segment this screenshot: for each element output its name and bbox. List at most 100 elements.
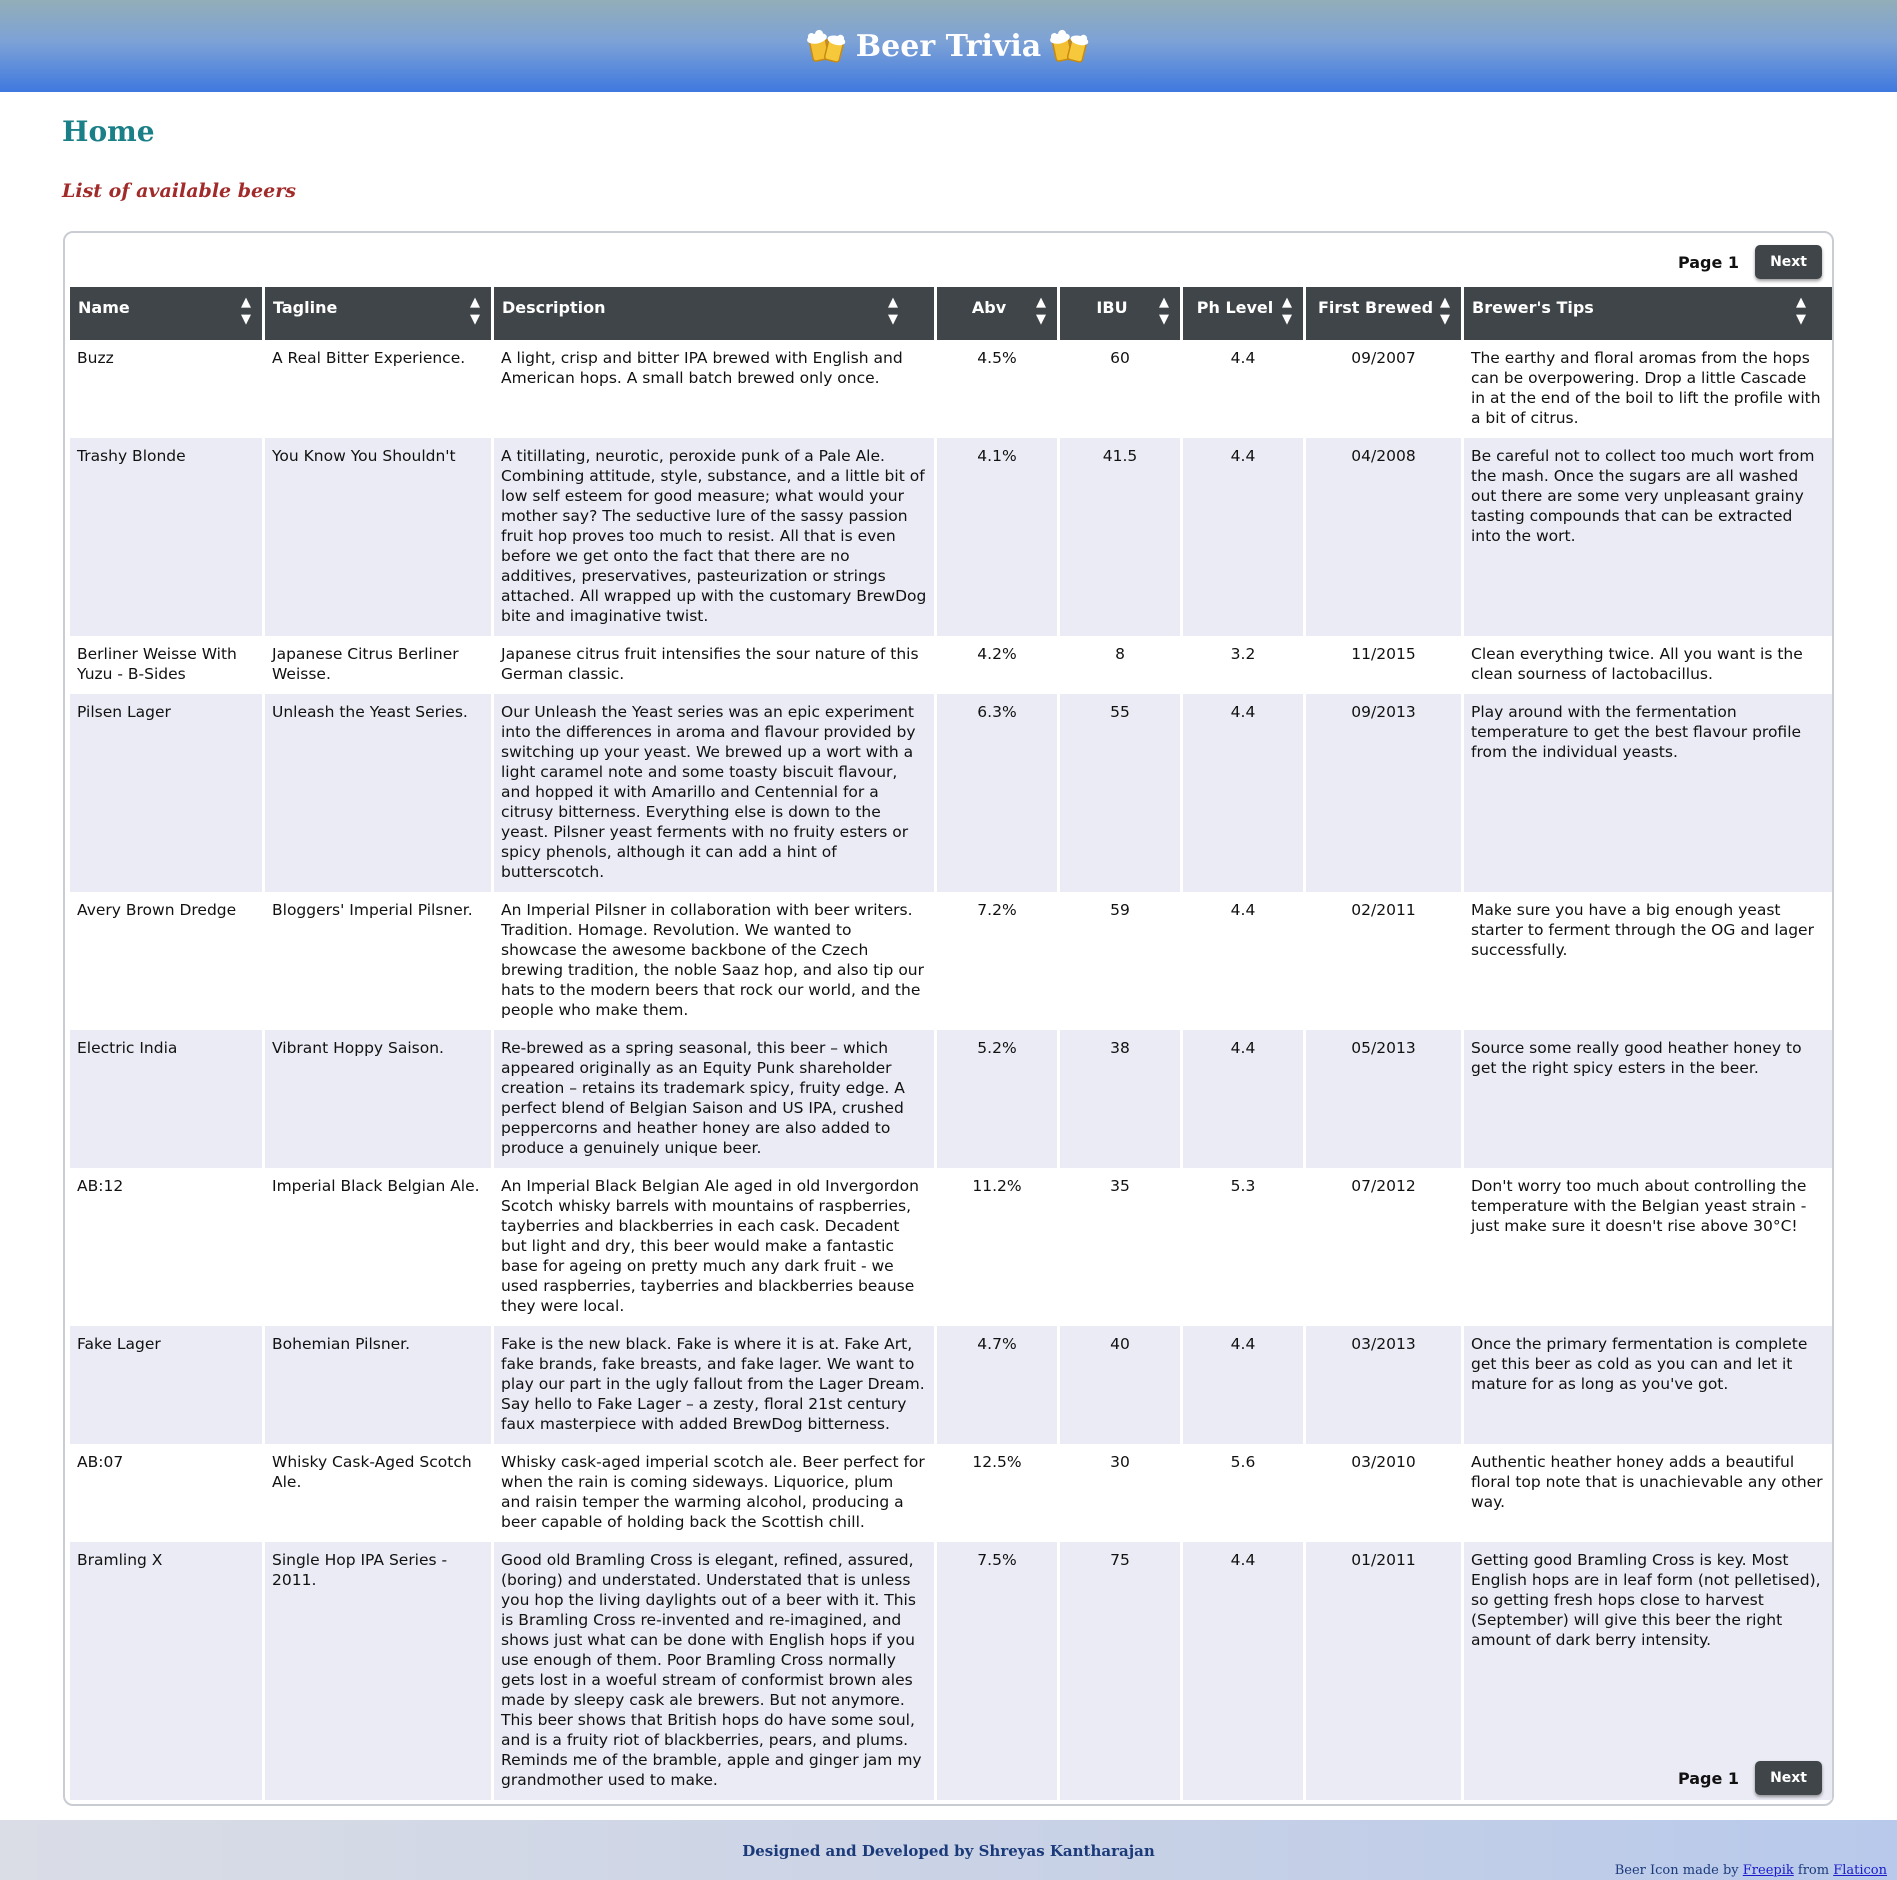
cell-ibu: 38: [1060, 1030, 1180, 1168]
cell-brewers-tips: Make sure you have a big enough yeast st…: [1464, 892, 1832, 1030]
pager-bottom: Page 1 Next: [1678, 1761, 1822, 1795]
cell-abv: 12.5%: [937, 1444, 1057, 1542]
page-indicator: Page 1: [1677, 252, 1740, 272]
cell-ibu: 40: [1060, 1326, 1180, 1444]
cell-abv: 4.2%: [937, 636, 1057, 694]
cell-description: Fake is the new black. Fake is where it …: [494, 1326, 934, 1444]
cell-first-brewed: 02/2011: [1306, 892, 1461, 1030]
cell-name: Buzz: [70, 340, 262, 438]
cell-description: Good old Bramling Cross is elegant, refi…: [494, 1542, 934, 1800]
cell-first-brewed: 04/2008: [1306, 438, 1461, 636]
cell-description: A titillating, neurotic, peroxide punk o…: [494, 438, 934, 636]
cell-name: Bramling X: [70, 1542, 262, 1800]
cell-ph-level: 4.4: [1183, 892, 1303, 1030]
cell-ibu: 75: [1060, 1542, 1180, 1800]
cell-brewers-tips: Authentic heather honey adds a beautiful…: [1464, 1444, 1832, 1542]
column-header-first-brewed[interactable]: First Brewed ▲ ▼: [1306, 287, 1461, 340]
table-row: Trashy Blonde You Know You Shouldn't A tit…: [70, 438, 1832, 636]
cell-name: Berliner Weisse With Yuzu - B-Sides: [70, 636, 262, 694]
table-header-row: Name ▲ ▼ Tagline ▲ ▼ Description ▲ ▼ Abv ▲ ▼ IBU…: [70, 287, 1832, 340]
cell-ph-level: 4.4: [1183, 1030, 1303, 1168]
column-header-abv[interactable]: Abv ▲ ▼: [937, 287, 1057, 340]
table-row: AB:12 Imperial Black Belgian Ale. An Imper…: [70, 1168, 1832, 1326]
cell-ph-level: 4.4: [1183, 694, 1303, 892]
cell-name: AB:07: [70, 1444, 262, 1542]
table-row: Avery Brown Dredge Bloggers' Imperial Pil…: [70, 892, 1832, 1030]
cell-brewers-tips: Once the primary fermentation is complet…: [1464, 1326, 1832, 1444]
column-header-brewers-tips[interactable]: Brewer's Tips ▲ ▼: [1464, 287, 1832, 340]
page-footer: Designed and Developed by Shreyas Kantha…: [0, 1820, 1897, 1880]
next-page-button[interactable]: Next: [1755, 245, 1822, 279]
column-header-ibu[interactable]: IBU ▲ ▼: [1060, 287, 1180, 340]
page-subtitle: List of available beers: [62, 180, 296, 202]
cell-description: An Imperial Black Belgian Ale aged in ol…: [494, 1168, 934, 1326]
beer-table: Name ▲ ▼ Tagline ▲ ▼ Description ▲ ▼ Abv ▲ ▼ IBU…: [67, 287, 1835, 1800]
cell-ibu: 41.5: [1060, 438, 1180, 636]
cell-tagline: You Know You Shouldn't: [265, 438, 491, 636]
cell-tagline: Unleash the Yeast Series.: [265, 694, 491, 892]
cell-tagline: Imperial Black Belgian Ale.: [265, 1168, 491, 1326]
table-row: AB:07 Whisky Cask-Aged Scotch Ale. Whisky …: [70, 1444, 1832, 1542]
cell-ibu: 8: [1060, 636, 1180, 694]
table-row: Electric India Vibrant Hoppy Saison. Re-br…: [70, 1030, 1832, 1168]
page-title: Home: [62, 115, 155, 148]
cell-ph-level: 4.4: [1183, 340, 1303, 438]
sort-arrows-icon[interactable]: ▲ ▼: [240, 294, 252, 328]
cell-tagline: Single Hop IPA Series - 2011.: [265, 1542, 491, 1800]
sort-arrows-icon[interactable]: ▲ ▼: [1281, 294, 1293, 328]
table-body: Buzz A Real Bitter Experience. A light, cr…: [70, 340, 1832, 1800]
column-header-description[interactable]: Description ▲ ▼: [494, 287, 934, 340]
cell-ph-level: 4.4: [1183, 1326, 1303, 1444]
cell-name: Electric India: [70, 1030, 262, 1168]
cell-first-brewed: 03/2013: [1306, 1326, 1461, 1444]
cell-brewers-tips: The earthy and floral aromas from the ho…: [1464, 340, 1832, 438]
app-header: Beer Trivia: [0, 0, 1897, 92]
sort-arrows-icon[interactable]: ▲ ▼: [1795, 294, 1807, 328]
cell-name: Pilsen Lager: [70, 694, 262, 892]
cell-description: Japanese citrus fruit intensifies the so…: [494, 636, 934, 694]
flaticon-link[interactable]: Flaticon: [1833, 1863, 1887, 1878]
cell-description: Re-brewed as a spring seasonal, this bee…: [494, 1030, 934, 1168]
pager-top: Page 1 Next: [1678, 245, 1822, 279]
sort-arrows-icon[interactable]: ▲ ▼: [1158, 294, 1170, 328]
cell-ibu: 30: [1060, 1444, 1180, 1542]
cell-brewers-tips: Clean everything twice. All you want is …: [1464, 636, 1832, 694]
cell-description: Our Unleash the Yeast series was an epic…: [494, 694, 934, 892]
sort-arrows-icon[interactable]: ▲ ▼: [1035, 294, 1047, 328]
sort-arrows-icon[interactable]: ▲ ▼: [1439, 294, 1451, 328]
cell-abv: 7.5%: [937, 1542, 1057, 1800]
cell-name: Trashy Blonde: [70, 438, 262, 636]
column-header-name[interactable]: Name ▲ ▼: [70, 287, 262, 340]
cell-abv: 6.3%: [937, 694, 1057, 892]
app-title-text: Beer Trivia: [855, 28, 1042, 64]
next-page-button[interactable]: Next: [1755, 1761, 1822, 1795]
icon-attribution: Beer Icon made by Freepik from Flaticon: [1614, 1863, 1887, 1878]
freepik-link[interactable]: Freepik: [1743, 1863, 1794, 1878]
cell-name: Avery Brown Dredge: [70, 892, 262, 1030]
cell-tagline: Vibrant Hoppy Saison.: [265, 1030, 491, 1168]
cell-first-brewed: 11/2015: [1306, 636, 1461, 694]
cell-first-brewed: 09/2007: [1306, 340, 1461, 438]
cell-ibu: 59: [1060, 892, 1180, 1030]
cell-ph-level: 3.2: [1183, 636, 1303, 694]
cell-brewers-tips: Play around with the fermentation temper…: [1464, 694, 1832, 892]
cell-abv: 4.7%: [937, 1326, 1057, 1444]
app-title: Beer Trivia: [806, 26, 1091, 66]
cell-name: AB:12: [70, 1168, 262, 1326]
column-header-ph-level[interactable]: Ph Level ▲ ▼: [1183, 287, 1303, 340]
table-row: Buzz A Real Bitter Experience. A light, cr…: [70, 340, 1832, 438]
table-row: Bramling X Single Hop IPA Series - 2011. G…: [70, 1542, 1832, 1800]
column-header-tagline[interactable]: Tagline ▲ ▼: [265, 287, 491, 340]
cell-ph-level: 5.6: [1183, 1444, 1303, 1542]
cell-abv: 7.2%: [937, 892, 1057, 1030]
cell-ph-level: 5.3: [1183, 1168, 1303, 1326]
cell-description: An Imperial Pilsner in collaboration wit…: [494, 892, 934, 1030]
cell-first-brewed: 03/2010: [1306, 1444, 1461, 1542]
cell-abv: 4.1%: [937, 438, 1057, 636]
beer-mugs-icon: [806, 29, 846, 63]
sort-arrows-icon[interactable]: ▲ ▼: [887, 294, 899, 328]
cell-ibu: 55: [1060, 694, 1180, 892]
footer-credit: Designed and Developed by Shreyas Kantha…: [742, 1842, 1155, 1860]
cell-name: Fake Lager: [70, 1326, 262, 1444]
sort-arrows-icon[interactable]: ▲ ▼: [469, 294, 481, 328]
